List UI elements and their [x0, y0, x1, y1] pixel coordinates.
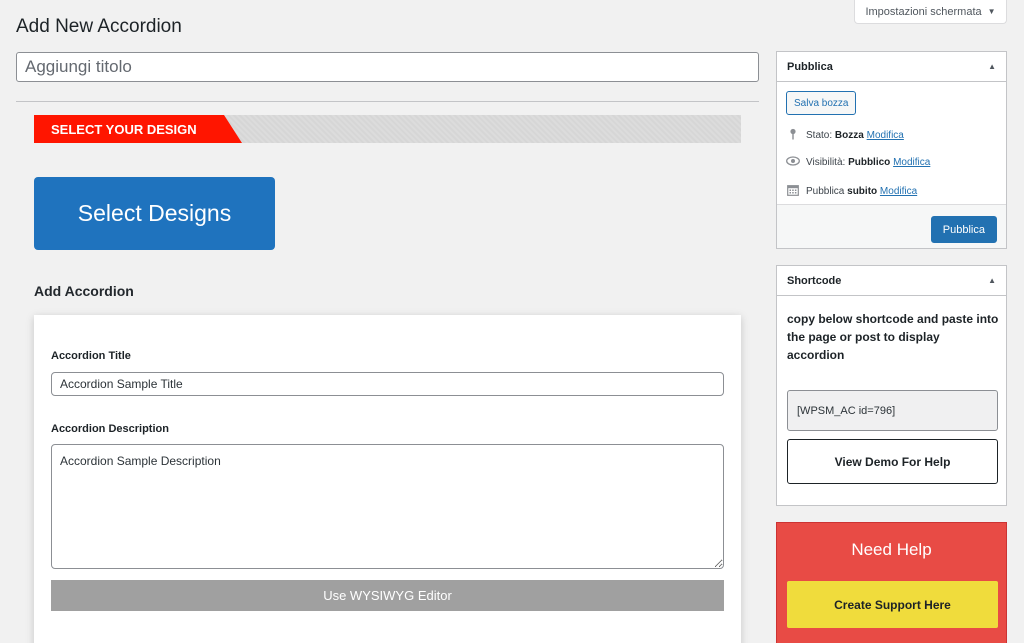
- help-box: Need Help Create Support Here: [776, 522, 1007, 643]
- status-row: Stato: Bozza Modifica: [786, 128, 904, 143]
- screen-options-label: Impostazioni schermata: [865, 5, 982, 18]
- pin-icon: [786, 128, 800, 143]
- eye-icon: [786, 156, 800, 169]
- visibility-row: Visibilità: Pubblico Modifica: [786, 156, 930, 169]
- shortcode-box-title: Shortcode: [787, 274, 842, 287]
- select-designs-button[interactable]: Select Designs: [34, 177, 275, 250]
- select-your-design-label: SELECT YOUR DESIGN: [34, 115, 242, 143]
- divider: [16, 101, 759, 102]
- publish-footer: Pubblica: [777, 204, 1006, 248]
- accordion-title-input[interactable]: [51, 372, 724, 396]
- accordion-description-label: Accordion Description: [51, 423, 169, 435]
- caret-up-icon[interactable]: ▲: [988, 276, 996, 285]
- publish-value: subito: [847, 186, 878, 197]
- status-label: Stato:: [806, 130, 833, 141]
- visibility-value: Pubblico: [848, 157, 891, 168]
- edit-status-link[interactable]: Modifica: [867, 130, 904, 141]
- create-support-button[interactable]: Create Support Here: [787, 581, 998, 628]
- accordion-title-label: Accordion Title: [51, 350, 131, 362]
- shortcode-field[interactable]: [787, 390, 998, 431]
- caret-down-icon: ▼: [987, 7, 996, 16]
- calendar-icon: [786, 184, 800, 199]
- schedule-row: Pubblica subito Modifica: [786, 184, 917, 199]
- post-title-input[interactable]: [16, 52, 759, 82]
- publish-box: Pubblica ▲ Salva bozza Stato: Bozza Modi…: [776, 51, 1007, 249]
- status-value: Bozza: [834, 130, 864, 141]
- edit-visibility-link[interactable]: Modifica: [893, 157, 930, 168]
- save-draft-button[interactable]: Salva bozza: [786, 91, 857, 115]
- add-accordion-heading: Add Accordion: [34, 283, 134, 299]
- design-banner: SELECT YOUR DESIGN: [34, 115, 741, 143]
- edit-schedule-link[interactable]: Modifica: [880, 186, 917, 197]
- help-title: Need Help: [851, 540, 932, 559]
- use-wysiwyg-editor-button[interactable]: Use WYSIWYG Editor: [51, 580, 724, 611]
- accordion-description-textarea[interactable]: Accordion Sample Description: [51, 444, 724, 569]
- visibility-label: Visibilità:: [806, 157, 846, 168]
- screen-options-toggle[interactable]: Impostazioni schermata ▼: [854, 0, 1007, 24]
- publish-box-header[interactable]: Pubblica ▲: [777, 52, 1006, 82]
- publish-box-title: Pubblica: [787, 60, 833, 73]
- shortcode-box-header[interactable]: Shortcode ▲: [777, 266, 1006, 296]
- shortcode-instructions: copy below shortcode and paste into the …: [787, 312, 999, 362]
- view-demo-button[interactable]: View Demo For Help: [787, 439, 998, 484]
- publish-label: Pubblica: [806, 186, 845, 197]
- caret-up-icon[interactable]: ▲: [988, 62, 996, 71]
- page-title: Add New Accordion: [16, 16, 182, 37]
- shortcode-box: Shortcode ▲ copy below shortcode and pas…: [776, 265, 1007, 506]
- accordion-card: Accordion Title Accordion Description Ac…: [34, 315, 741, 643]
- publish-button[interactable]: Pubblica: [930, 216, 997, 243]
